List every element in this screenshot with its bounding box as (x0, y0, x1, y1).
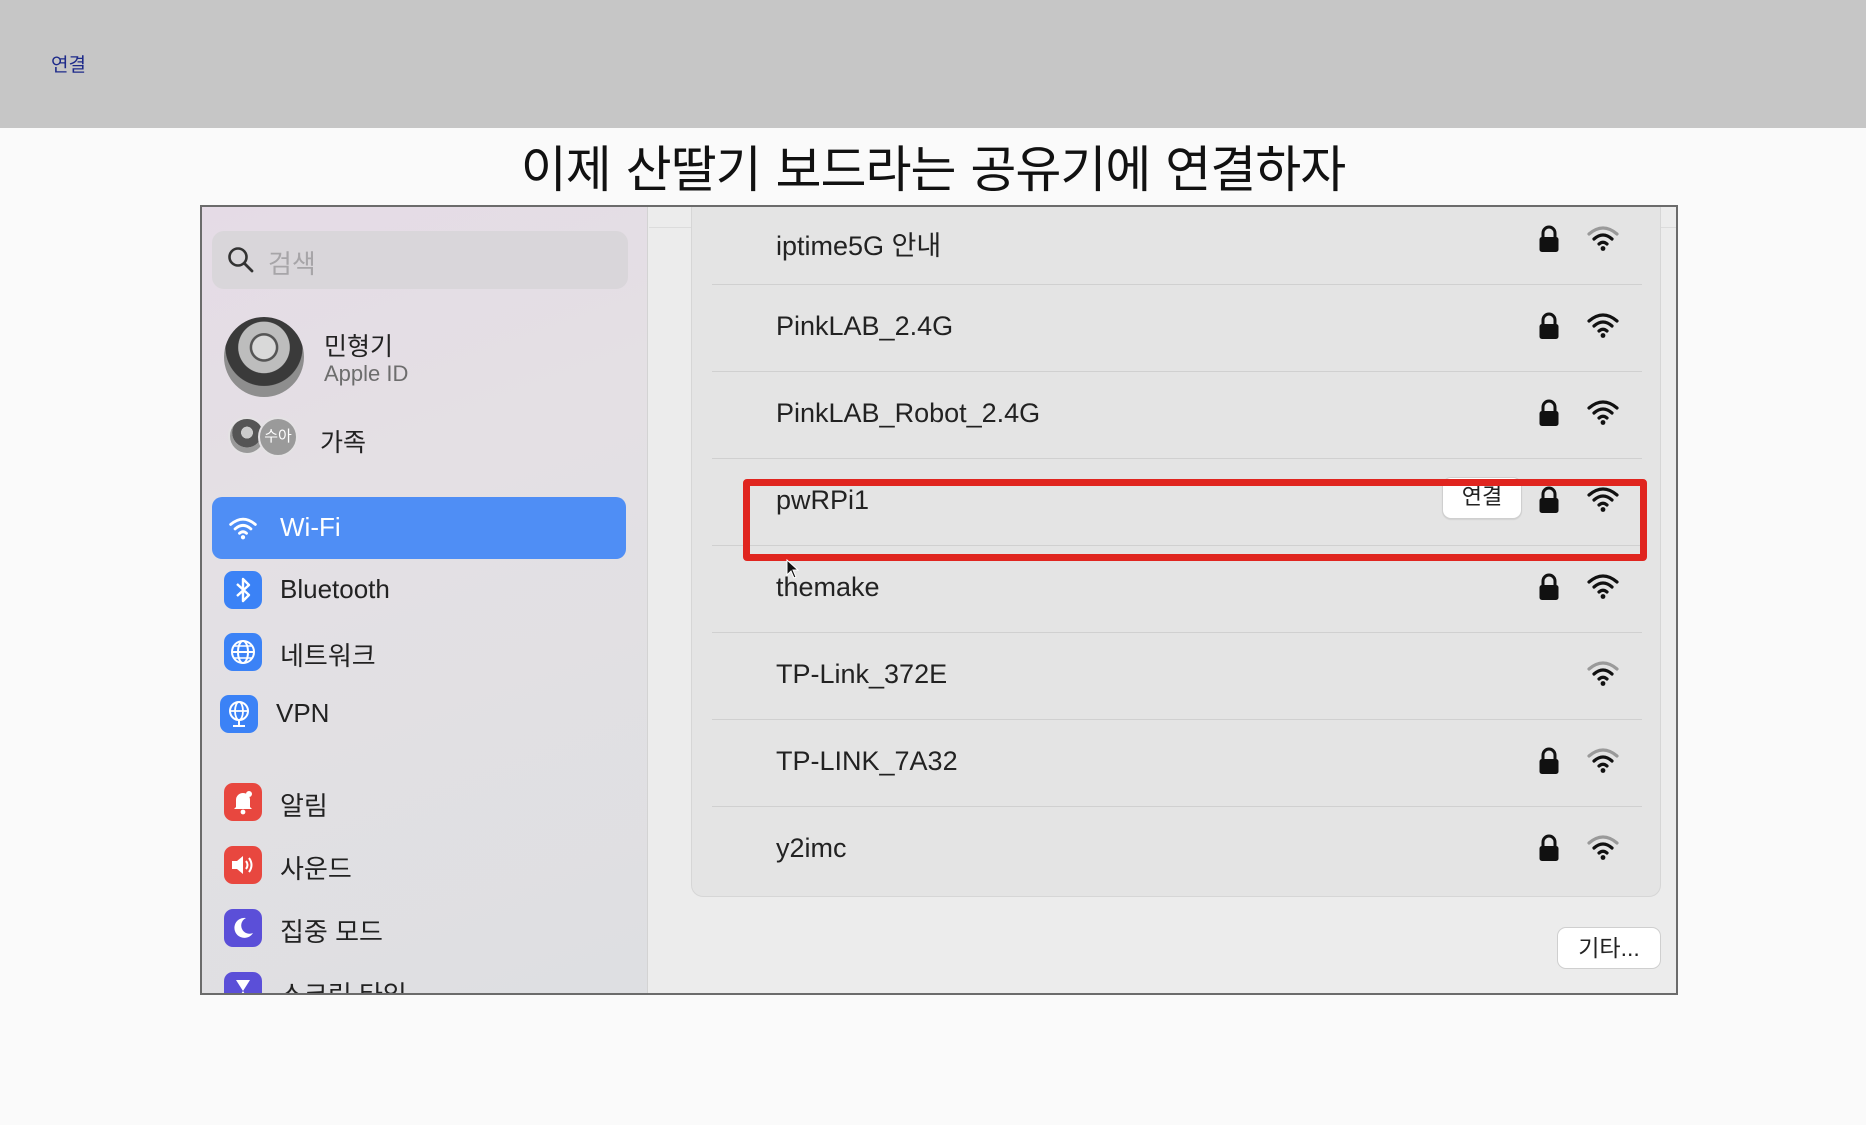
profile-subtitle: Apple ID (324, 361, 409, 386)
lock-icon (1539, 747, 1559, 774)
wifi-signal-icon (1587, 661, 1619, 686)
network-row[interactable]: iptime5G 안내 (712, 207, 1642, 285)
network-row[interactable]: TP-Link_372E (712, 633, 1642, 720)
sidebar: 검색 민형기 Apple ID 수아 가족 Wi-Fi Bluetooth 네트… (202, 207, 648, 993)
family-avatar-badge: 수아 (258, 417, 298, 457)
settings-window: 검색 민형기 Apple ID 수아 가족 Wi-Fi Bluetooth 네트… (200, 205, 1678, 995)
lock-icon (1539, 312, 1559, 339)
sidebar-item-label: 스크린 타임 (280, 980, 407, 995)
network-row[interactable]: PinkLAB_2.4G (712, 285, 1642, 372)
network-row[interactable]: PinkLAB_Robot_2.4G (712, 372, 1642, 459)
lock-icon (1539, 225, 1559, 252)
search-placeholder: 검색 (268, 249, 316, 279)
highlight-box (743, 479, 1647, 561)
wifi-signal-icon (1587, 400, 1619, 425)
wifi-signal-icon (1587, 835, 1619, 860)
avatar (224, 317, 304, 397)
sidebar-item-label: 집중 모드 (280, 917, 383, 947)
wifi-signal-icon (1587, 574, 1619, 599)
sidebar-item-label: 네트워크 (280, 641, 376, 671)
top-bar: 연결 (0, 0, 1866, 128)
network-name: y2imc (776, 833, 847, 863)
profile-name: 민형기 (324, 333, 394, 361)
moon-icon (224, 909, 262, 947)
wifi-signal-icon (1587, 313, 1619, 338)
network-name: iptime5G 안내 (776, 231, 942, 261)
family-label: 가족 (320, 429, 367, 457)
wifi-signal-icon (1587, 748, 1619, 773)
sidebar-item-label: VPN (276, 698, 330, 728)
hourglass-icon (224, 972, 262, 993)
network-name: PinkLAB_2.4G (776, 311, 954, 341)
slide-title: 이제 산딸기 보드라는 공유기에 연결하자 (520, 141, 1347, 199)
lock-icon (1539, 573, 1559, 600)
lock-icon (1539, 834, 1559, 861)
network-name: PinkLAB_Robot_2.4G (776, 398, 1041, 428)
vpn-globe-icon (220, 695, 258, 733)
network-row[interactable]: TP-LINK_7A32 (712, 720, 1642, 807)
sidebar-item-bluetooth[interactable]: Bluetooth (212, 559, 626, 621)
sidebar-item-vpn[interactable]: VPN (212, 683, 626, 745)
family-item[interactable]: 수아 가족 (224, 415, 624, 459)
sidebar-item-wifi[interactable]: Wi-Fi (212, 497, 626, 559)
sidebar-item-sound[interactable]: 사운드 (212, 834, 626, 896)
search-input[interactable]: 검색 (212, 231, 628, 289)
sidebar-item-network[interactable]: 네트워크 (212, 621, 626, 683)
network-name: TP-LINK_7A32 (776, 746, 958, 776)
search-icon (228, 247, 254, 273)
bluetooth-icon (224, 571, 262, 609)
sidebar-item-screen-time[interactable]: 스크린 타임 (212, 960, 626, 995)
sidebar-item-label: Bluetooth (280, 574, 390, 604)
wifi-signal-icon (1587, 226, 1619, 251)
bell-icon (224, 783, 262, 821)
speaker-icon (224, 846, 262, 884)
apple-id-profile[interactable]: 민형기 Apple ID (224, 317, 624, 399)
sidebar-item-label: 사운드 (280, 854, 352, 884)
globe-icon (224, 633, 262, 671)
network-name: TP-Link_372E (776, 659, 948, 689)
sidebar-item-focus[interactable]: 집중 모드 (212, 897, 626, 959)
lock-icon (1539, 399, 1559, 426)
other-network-button[interactable]: 기타... (1557, 927, 1661, 969)
sidebar-item-notifications[interactable]: 알림 (212, 771, 626, 833)
wifi-networks-pane: iptime5G 안내 PinkLAB_2.4G PinkLAB_Robot_2.4… (649, 207, 1676, 993)
sidebar-item-label: 알림 (280, 791, 328, 821)
top-bar-label: 연결 (51, 55, 86, 76)
network-row[interactable]: y2imc (712, 807, 1642, 894)
wifi-icon (224, 509, 262, 547)
sidebar-item-label: Wi-Fi (280, 512, 341, 542)
mouse-cursor-icon (786, 559, 800, 579)
